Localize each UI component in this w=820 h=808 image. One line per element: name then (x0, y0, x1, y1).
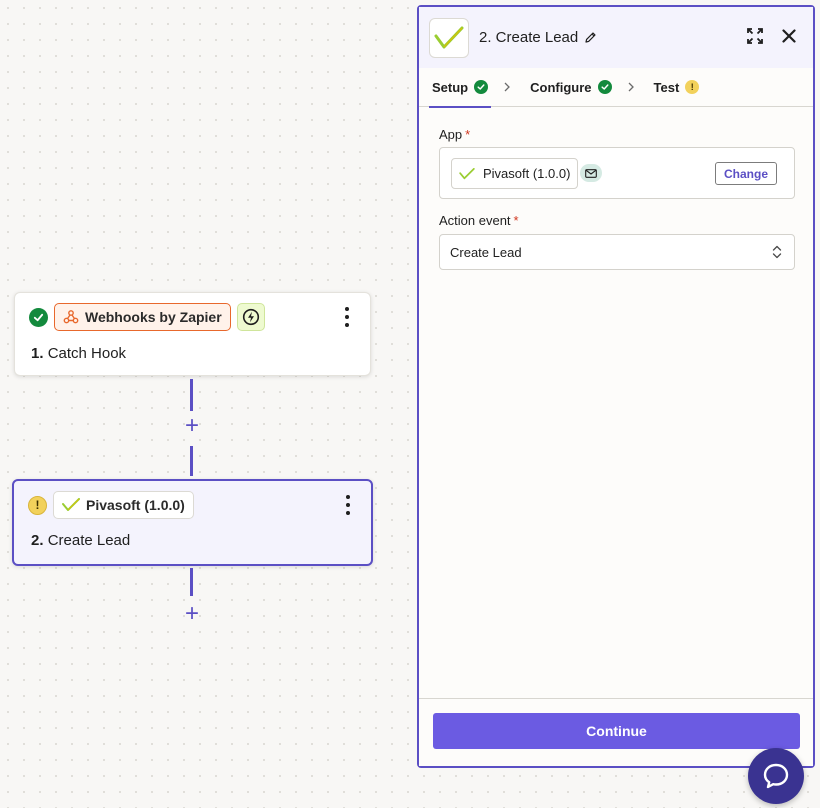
pencil-icon[interactable] (584, 31, 597, 44)
panel-header: 2. Create Lead (419, 7, 813, 68)
trigger-step-header: Webhooks by Zapier (29, 303, 265, 331)
selected-app-pill: Pivasoft (1.0.0) (451, 158, 579, 189)
exclamation-circle-icon: ! (28, 495, 47, 515)
trigger-step-card[interactable]: Webhooks by Zapier 1. Catch Hook (14, 292, 371, 376)
action-event-label-text: Action event (439, 213, 511, 228)
action-event-field-label: Action event * (439, 213, 519, 228)
required-mark: * (465, 127, 471, 142)
action-more-menu-icon[interactable] (341, 495, 355, 515)
action-step-number: 2. (31, 532, 44, 549)
webhooks-app-chip: Webhooks by Zapier (54, 303, 231, 331)
step-editor-panel: 2. Create Lead Setup Configure Test ! Ap… (417, 5, 815, 768)
selected-app-name: Pivasoft (1.0.0) (483, 166, 571, 181)
check-circle-icon (597, 80, 612, 94)
add-step-button-2[interactable]: + (182, 602, 202, 626)
action-event-value: Create Lead (450, 244, 522, 260)
tab-configure[interactable]: Configure (529, 68, 612, 107)
check-circle-icon (474, 80, 489, 94)
app-field-label: App * (439, 127, 470, 142)
up-down-chevron-icon (772, 245, 782, 259)
action-step-card[interactable]: ! Pivasoft (1.0.0) 2. Create Lead (12, 479, 373, 566)
chat-support-button[interactable] (748, 748, 804, 804)
app-label-text: App (439, 127, 463, 142)
add-step-button-1[interactable]: + (182, 414, 202, 438)
step-connector-bottom (190, 446, 193, 476)
tab-setup-label: Setup (432, 79, 469, 95)
exclamation-circle-icon: ! (685, 80, 700, 94)
required-mark: * (513, 213, 519, 228)
action-step-header: ! Pivasoft (1.0.0) (28, 491, 194, 519)
check-circle-icon (29, 307, 48, 327)
panel-tabs: Setup Configure Test ! (419, 68, 813, 108)
panel-footer: Continue (419, 698, 813, 766)
action-event-select[interactable]: Create Lead (439, 234, 795, 270)
panel-title: 2. Create Lead (479, 29, 579, 46)
pivasoft-check-logo (459, 167, 475, 180)
pivasoft-app-chip: Pivasoft (1.0.0) (53, 491, 194, 519)
chevron-right-icon (627, 82, 635, 92)
tab-configure-label: Configure (530, 79, 592, 95)
mail-icon (580, 164, 602, 182)
pivasoft-check-logo (429, 17, 469, 58)
tab-setup[interactable]: Setup (428, 68, 492, 108)
step-connector-top (190, 379, 193, 411)
chat-bubble-icon (761, 761, 791, 791)
tab-test[interactable]: Test ! (653, 68, 701, 107)
lightning-bolt-icon (236, 303, 265, 331)
trigger-step-name: Catch Hook (47, 345, 127, 362)
close-icon[interactable] (782, 29, 796, 43)
step-connector-end (190, 568, 193, 596)
action-step-name: Create Lead (47, 532, 131, 549)
continue-button[interactable]: Continue (433, 713, 800, 749)
trigger-more-menu-icon[interactable] (340, 307, 354, 327)
trigger-step-title: 1. Catch Hook (31, 345, 126, 362)
trigger-app-name: Webhooks by Zapier (85, 309, 222, 325)
app-selector: Pivasoft (1.0.0) Change (439, 147, 795, 199)
action-step-title: 2. Create Lead (31, 532, 130, 549)
webhook-icon (63, 309, 79, 325)
pivasoft-check-logo (62, 498, 80, 512)
trigger-step-number: 1. (31, 345, 44, 362)
expand-icon[interactable] (746, 27, 764, 45)
chevron-right-icon (503, 82, 511, 92)
change-app-button[interactable]: Change (715, 162, 777, 185)
tab-test-label: Test (653, 79, 680, 95)
action-app-name: Pivasoft (1.0.0) (86, 497, 185, 513)
